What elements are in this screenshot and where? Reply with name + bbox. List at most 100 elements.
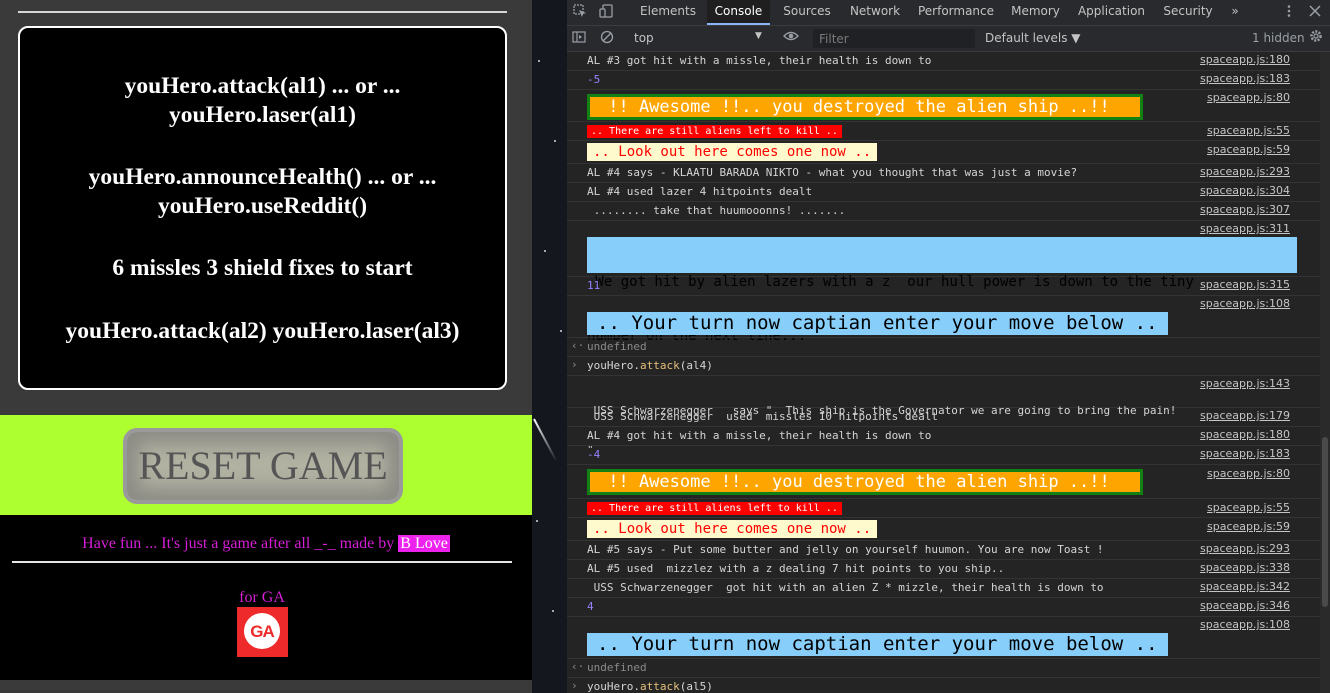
tab-console[interactable]: Console: [707, 0, 770, 25]
source-link[interactable]: spaceapp.js:143: [1200, 377, 1290, 390]
console-toolbar: top ▼ Default levels ▼ 1 hidden: [567, 26, 1330, 52]
source-link[interactable]: spaceapp.js:59: [1207, 143, 1290, 156]
reset-band: RESET GAME: [0, 415, 532, 515]
log-row: AL #5 used mizzlez with a z dealing 7 hi…: [567, 560, 1330, 579]
source-link[interactable]: spaceapp.js:342: [1200, 580, 1290, 593]
tab-network[interactable]: Network: [846, 0, 904, 25]
instruction-line: youHero.laser(al1): [169, 102, 356, 128]
command-args: (al5): [679, 680, 713, 693]
source-link[interactable]: spaceapp.js:304: [1200, 184, 1290, 197]
tab-performance[interactable]: Performance: [914, 0, 998, 25]
log-message: AL #4 used lazer 4 hitpoints dealt: [587, 185, 813, 198]
star: [536, 520, 538, 522]
log-row: AL #4 used lazer 4 hitpoints dealt space…: [567, 183, 1330, 202]
log-message: AL #5 says - Put some butter and jelly o…: [587, 543, 1104, 556]
source-link[interactable]: spaceapp.js:59: [1207, 520, 1290, 533]
log-row: .. There are still aliens left to kill .…: [567, 122, 1330, 141]
log-row: AL #4 says - KLAATU BARADA NIKTO - what …: [567, 164, 1330, 183]
log-row: ........ take that huumooonns! ....... s…: [567, 202, 1330, 221]
ga-logo[interactable]: GA: [237, 607, 288, 657]
awesome-banner: !! Awesome !!.. you destroyed the alien …: [587, 469, 1143, 495]
log-row: 4 spaceapp.js:346: [567, 598, 1330, 617]
source-link[interactable]: spaceapp.js:293: [1200, 165, 1290, 178]
close-icon[interactable]: [1307, 4, 1323, 20]
star: [552, 610, 554, 612]
log-message: AL #4 says - KLAATU BARADA NIKTO - what …: [587, 166, 1078, 179]
source-link[interactable]: spaceapp.js:307: [1200, 203, 1290, 216]
scrollbar-thumb[interactable]: [1322, 437, 1328, 607]
incoming-alien-banner: .. Look out here comes one now ..: [587, 520, 878, 538]
for-ga-label: for GA: [239, 589, 285, 606]
tab-sources[interactable]: Sources: [777, 0, 837, 25]
game-page: youHero.attack(al1) ... or ... youHero.l…: [0, 0, 532, 693]
instruction-line: youHero.attack(al2) youHero.laser(al3): [65, 318, 460, 344]
gear-icon[interactable]: [1309, 29, 1323, 47]
log-row: spaceapp.js:108 .. Your turn now captian…: [567, 617, 1330, 659]
ga-logo-text: GA: [250, 622, 275, 641]
space-background: [532, 0, 567, 693]
source-link[interactable]: spaceapp.js:55: [1207, 501, 1290, 514]
context-selector[interactable]: top: [634, 31, 654, 45]
tab-security[interactable]: Security: [1159, 0, 1217, 25]
tab-application[interactable]: Application: [1074, 0, 1149, 25]
source-link[interactable]: spaceapp.js:338: [1200, 561, 1290, 574]
source-link[interactable]: spaceapp.js:183: [1200, 447, 1290, 460]
log-row: .. There are still aliens left to kill .…: [567, 499, 1330, 518]
log-row: › youHero.attack(al5): [567, 678, 1330, 693]
awesome-banner: !! Awesome !!.. you destroyed the alien …: [587, 94, 1143, 120]
kebab-icon[interactable]: [1281, 4, 1297, 20]
tab-elements[interactable]: Elements: [635, 0, 701, 25]
source-link[interactable]: spaceapp.js:180: [1200, 428, 1290, 441]
command-object: youHero.: [587, 359, 640, 372]
chevron-down-icon[interactable]: ▼: [755, 31, 762, 41]
eye-icon[interactable]: [783, 29, 799, 47]
log-row: .. Look out here comes one now .. spacea…: [567, 141, 1330, 164]
source-link[interactable]: spaceapp.js:180: [1200, 53, 1290, 66]
incoming-alien-banner: .. Look out here comes one now ..: [587, 143, 878, 161]
source-link[interactable]: spaceapp.js:80: [1207, 467, 1290, 480]
source-link[interactable]: spaceapp.js:80: [1207, 91, 1290, 104]
star: [538, 60, 540, 62]
log-row: !! Awesome !!.. you destroyed the alien …: [567, 90, 1330, 122]
source-link[interactable]: spaceapp.js:293: [1200, 542, 1290, 555]
log-row: !! Awesome !!.. you destroyed the alien …: [567, 465, 1330, 499]
source-link[interactable]: spaceapp.js:183: [1200, 72, 1290, 85]
log-row: USS Schwarzenegger says " This ship is t…: [567, 376, 1330, 456]
command-entry[interactable]: youHero.attack(al5): [587, 680, 713, 693]
more-tabs-button[interactable]: »: [1227, 0, 1243, 25]
source-link[interactable]: spaceapp.js:315: [1200, 278, 1290, 291]
return-value: undefined: [587, 340, 647, 353]
command-entry[interactable]: youHero.attack(al4): [587, 359, 713, 372]
source-link[interactable]: spaceapp.js:108: [1200, 297, 1290, 310]
author-name: B Love: [398, 535, 450, 552]
devtools-tabbar: Elements Console Sources Network Perform…: [567, 0, 1330, 26]
source-link[interactable]: spaceapp.js:179: [1200, 409, 1290, 422]
aliens-left-banner: .. There are still aliens left to kill .…: [587, 125, 842, 138]
tab-memory[interactable]: Memory: [1008, 0, 1063, 25]
reset-game-button[interactable]: RESET GAME: [123, 428, 403, 504]
command-args: (al4): [679, 359, 713, 372]
meteor-streak: [533, 418, 558, 462]
footer: Have fun ... It's just a game after all …: [0, 515, 532, 680]
divider: [12, 561, 512, 563]
devtools-panel: Elements Console Sources Network Perform…: [567, 0, 1330, 693]
command-method: attack: [639, 359, 680, 372]
command-object: youHero.: [587, 680, 640, 693]
sidebar-icon[interactable]: [571, 30, 587, 46]
instructions-panel: youHero.attack(al1) ... or ... youHero.l…: [18, 26, 507, 390]
log-levels-dropdown[interactable]: Default levels ▼: [985, 31, 1081, 45]
clear-icon[interactable]: [599, 30, 615, 46]
inspect-icon[interactable]: [572, 4, 588, 20]
log-row: AL #4 got hit with a missle, their healt…: [567, 427, 1330, 446]
filter-input[interactable]: [813, 29, 975, 48]
log-row: .. Look out here comes one now .. spacea…: [567, 518, 1330, 541]
console-scrollbar[interactable]: [1320, 52, 1330, 693]
device-icon[interactable]: [598, 4, 614, 20]
return-value: undefined: [587, 661, 647, 674]
source-link[interactable]: spaceapp.js:346: [1200, 599, 1290, 612]
log-row: › youHero.attack(al4): [567, 357, 1330, 376]
source-link[interactable]: spaceapp.js:55: [1207, 124, 1290, 137]
hull-damage-banner: We got hit by alien lazers with a z our …: [587, 237, 1297, 344]
source-link[interactable]: spaceapp.js:311: [1200, 222, 1290, 235]
source-link[interactable]: spaceapp.js:108: [1200, 618, 1290, 631]
